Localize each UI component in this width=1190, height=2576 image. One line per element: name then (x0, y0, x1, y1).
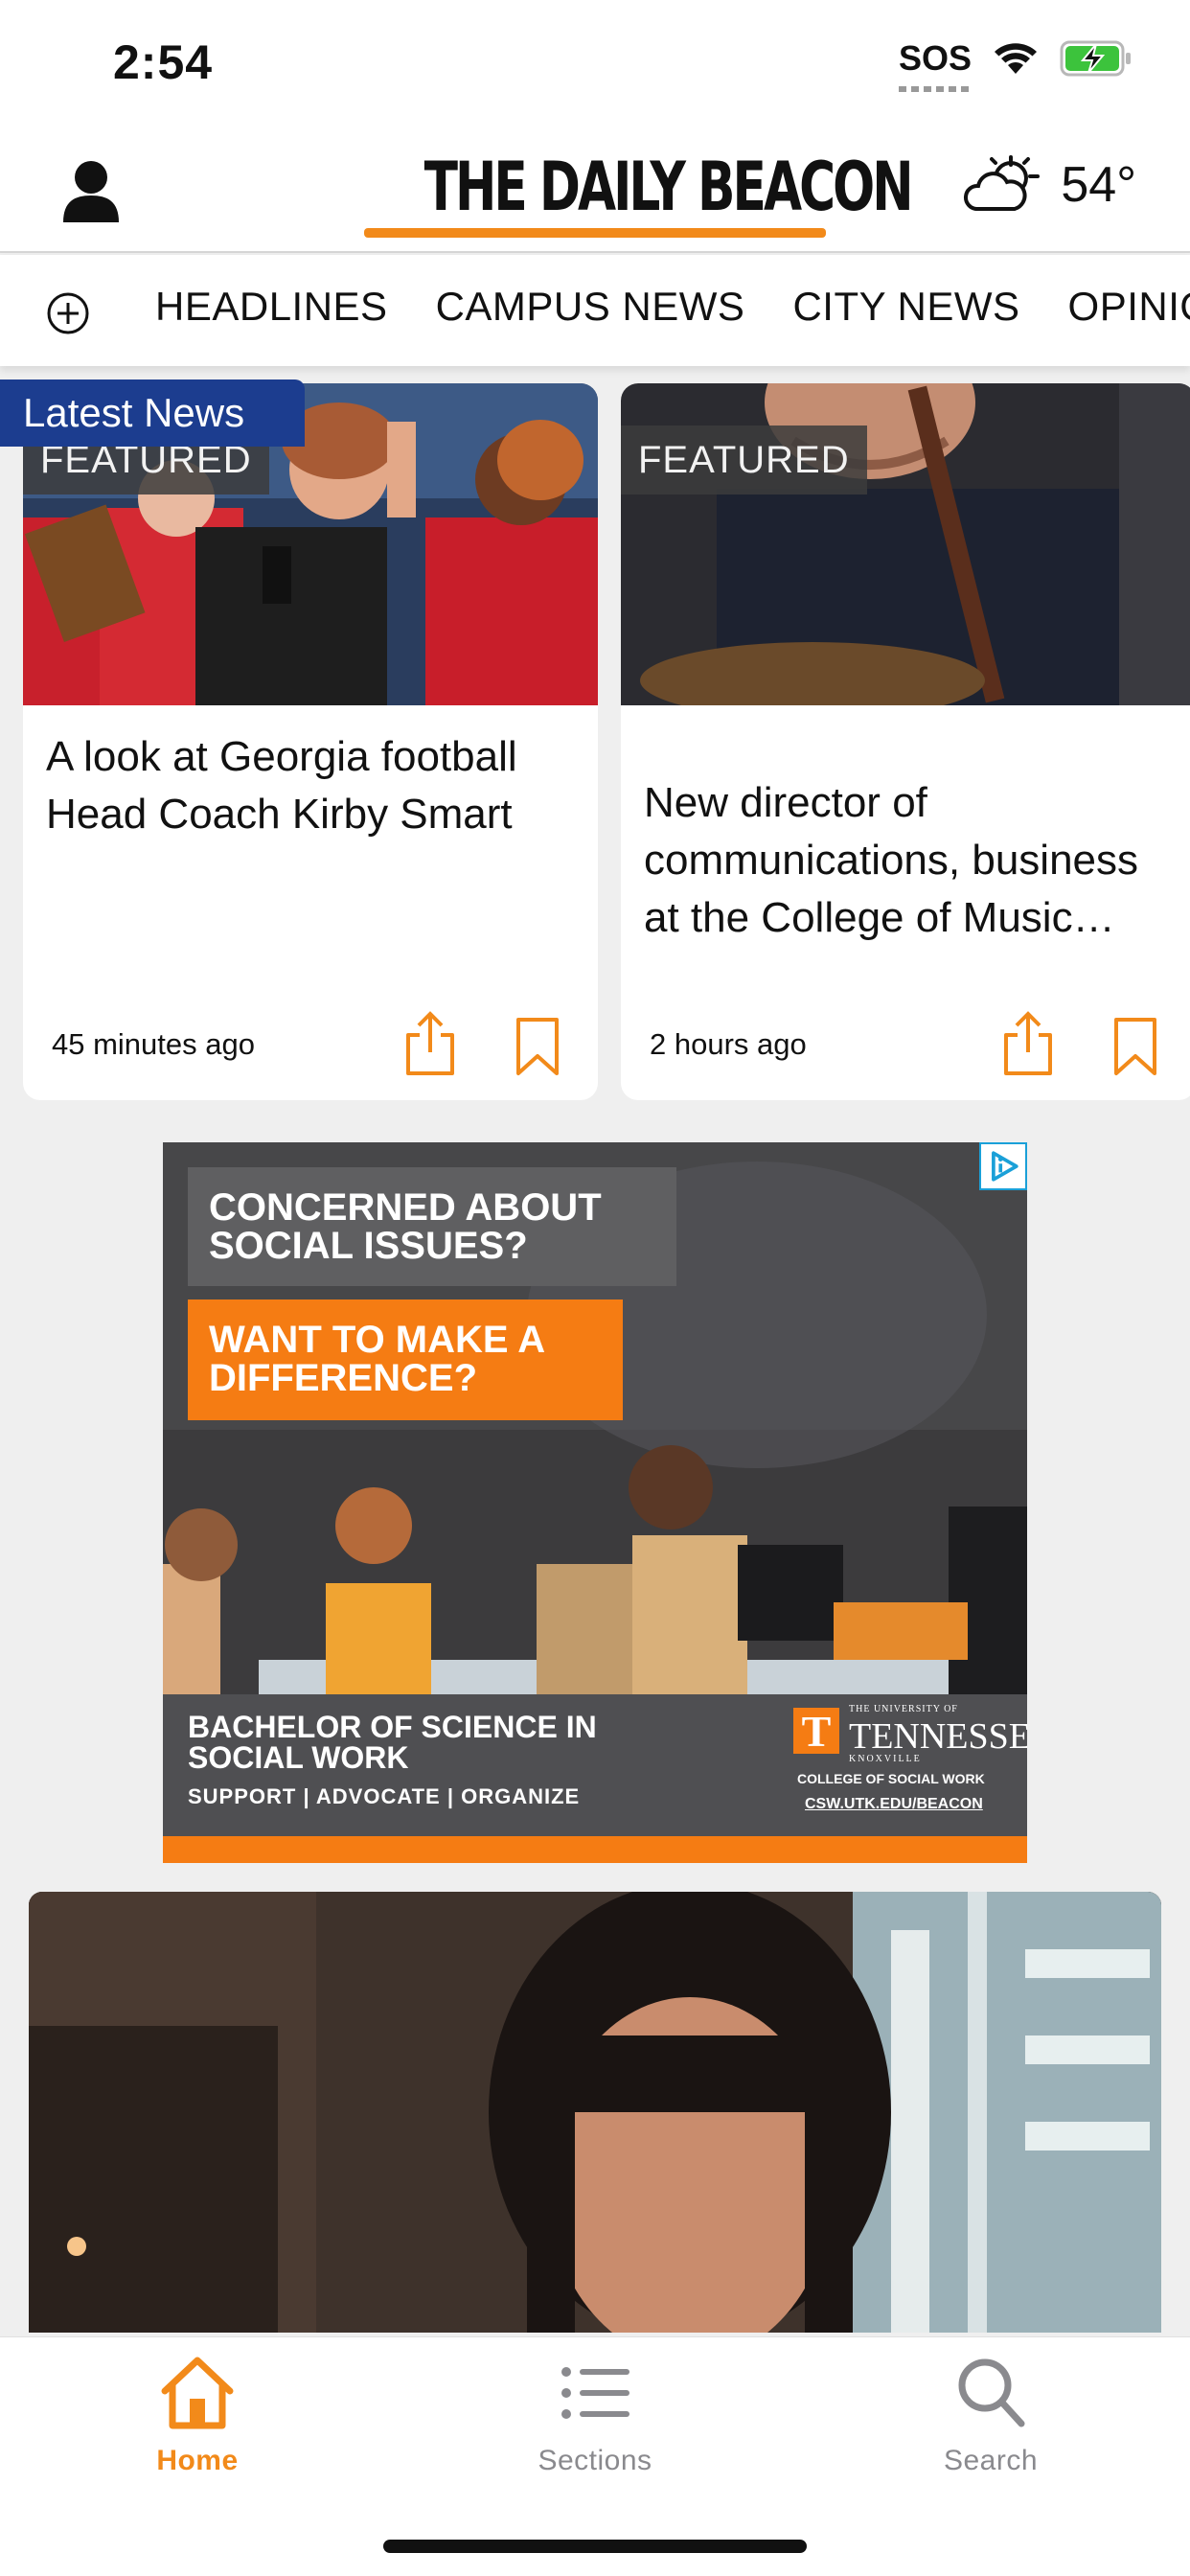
home-indicator[interactable] (383, 2540, 807, 2553)
article-card[interactable]: FEATURED New director of communications,… (621, 383, 1190, 1100)
story-card[interactable] (29, 1892, 1161, 2333)
section-tab-city-news[interactable]: CITY NEWS (792, 284, 1019, 330)
temperature: 54° (1061, 157, 1136, 213)
ad-tagline: SUPPORT | ADVOCATE | ORGANIZE (188, 1784, 581, 1808)
sos-indicator: SOS (898, 38, 972, 92)
article-card[interactable]: FEATURED A look at Georgia football Head… (23, 383, 598, 1100)
ut-small-text: THE UNIVERSITY OF (849, 1704, 958, 1714)
section-tabs: HEADLINES CAMPUS NEWS CITY NEWS OPINION (155, 284, 1190, 330)
tab-sections[interactable]: Sections (480, 2351, 710, 2477)
ut-college: COLLEGE OF SOCIAL WORK (797, 1771, 985, 1786)
masthead-logo[interactable]: THE DAILY BEACON (364, 148, 914, 238)
article-timestamp: 2 hours ago (650, 1027, 807, 1061)
tab-search-label: Search (943, 2445, 1039, 2476)
list-icon (561, 2367, 629, 2419)
story-photo (29, 1892, 1161, 2333)
partly-cloudy-icon (964, 155, 1041, 211)
ut-name: TENNESSEE (849, 1716, 1027, 1757)
status-icons: SOS (898, 38, 1133, 92)
ad-accent-strip (163, 1836, 1027, 1863)
article-title[interactable]: New director of communications, business… (644, 774, 1177, 947)
article-title[interactable]: A look at Georgia football Head Coach Ki… (46, 728, 579, 843)
share-icon[interactable] (1000, 1008, 1056, 1077)
ut-logo: T (793, 1708, 839, 1756)
section-nav: HEADLINES CAMPUS NEWS CITY NEWS OPINION (0, 255, 1190, 366)
section-tab-campus-news[interactable]: CAMPUS NEWS (436, 284, 745, 330)
masthead-title: THE DAILY BEACON (423, 148, 914, 226)
ad-headline-1: CONCERNED ABOUT SOCIAL ISSUES? (188, 1167, 676, 1286)
advertisement-banner[interactable]: CONCERNED ABOUT SOCIAL ISSUES? WANT TO M… (163, 1142, 1027, 1863)
adchoices-icon[interactable] (979, 1142, 1027, 1190)
ad-headline-2: WANT TO MAKE A DIFFERENCE? (188, 1300, 623, 1420)
ad-program: BACHELOR OF SCIENCE IN SOCIAL WORK (188, 1710, 597, 1775)
ad-url[interactable]: CSW.UTK.EDU/BEACON (805, 1796, 983, 1813)
ut-city: KNOXVILLE (849, 1754, 922, 1764)
ad-footer: BACHELOR OF SCIENCE IN SOCIAL WORK SUPPO… (163, 1694, 1027, 1836)
bookmark-icon[interactable] (514, 1016, 561, 1077)
masthead-underline (364, 228, 826, 238)
bookmark-icon[interactable] (1111, 1016, 1159, 1077)
app-header: THE DAILY BEACON 54° (0, 128, 1190, 253)
sos-label: SOS (898, 38, 972, 78)
status-bar: 2:54 SOS (0, 0, 1190, 128)
battery-charging-icon (1060, 40, 1131, 77)
tab-search[interactable]: Search (876, 2351, 1106, 2477)
share-icon[interactable] (402, 1008, 458, 1077)
tab-sections-label: Sections (538, 2445, 652, 2476)
section-tab-headlines[interactable]: HEADLINES (155, 284, 388, 330)
latest-news-label: Latest News (0, 380, 305, 447)
search-icon (958, 2358, 1025, 2427)
tab-home-label: Home (156, 2445, 239, 2476)
status-time: 2:54 (113, 35, 214, 89)
wifi-icon (995, 43, 1037, 74)
add-section-icon[interactable] (46, 291, 90, 335)
section-tab-opinion[interactable]: OPINION (1068, 284, 1190, 330)
weather-widget[interactable]: 54° (963, 153, 1136, 217)
home-icon (161, 2357, 234, 2429)
article-timestamp: 45 minutes ago (52, 1027, 255, 1061)
profile-icon[interactable] (61, 159, 121, 222)
featured-badge: FEATURED (621, 426, 867, 494)
tab-home[interactable]: Home (82, 2351, 312, 2477)
signal-dots (898, 86, 972, 92)
